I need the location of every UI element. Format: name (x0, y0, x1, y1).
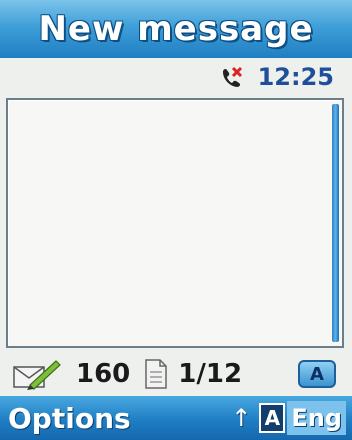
input-mode-group: ↑ A Eng (231, 401, 352, 435)
page-title: New message (38, 9, 314, 49)
input-mode-indicator[interactable]: A (259, 403, 286, 433)
language-indicator[interactable]: Eng (287, 401, 346, 435)
status-bar: 12:25 (0, 60, 352, 94)
message-text-area[interactable] (6, 98, 344, 348)
char-counter: 160 (76, 359, 131, 389)
shift-arrow-icon: ↑ (231, 404, 252, 432)
scrollbar[interactable] (332, 104, 339, 342)
clock: 12:25 (257, 63, 334, 91)
page-counter: 1/12 (178, 359, 243, 389)
pen-envelope-icon (13, 360, 61, 390)
text-mode-badge: A (298, 360, 336, 388)
missed-call-icon (222, 66, 242, 87)
phone-screen: New message 12:25 160 1/12 A Options ↑ A… (0, 0, 352, 440)
options-softkey[interactable]: Options (0, 402, 131, 435)
page-icon (145, 359, 168, 389)
title-bar: New message (0, 0, 352, 58)
softkey-bar: Options ↑ A Eng (0, 396, 352, 440)
message-counter-row: 160 1/12 A (0, 352, 352, 396)
